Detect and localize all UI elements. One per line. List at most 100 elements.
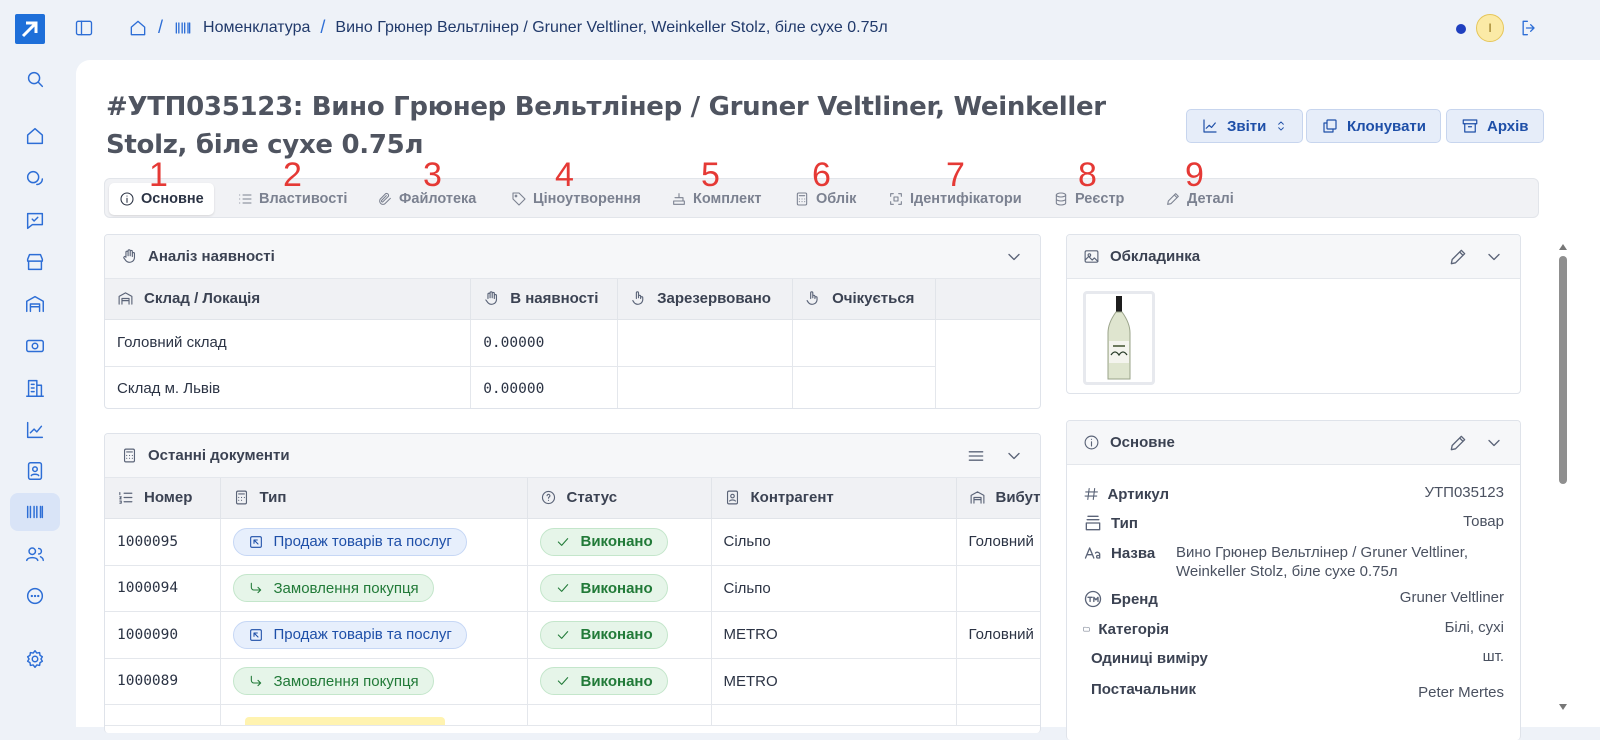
doc-type-pill[interactable]: Продаж товарів та послуг (232, 620, 467, 649)
copy-icon (1323, 119, 1337, 133)
tab-registry[interactable]: 8 Реєстр (1043, 158, 1134, 215)
hand-pointer-icon (632, 291, 644, 306)
details-card-header[interactable]: Основне (1067, 421, 1520, 465)
doc-type-pill[interactable]: Замовлення покупця (232, 667, 434, 695)
edit-icon[interactable] (1448, 247, 1468, 267)
arrow-turn-icon (250, 582, 261, 594)
hand-clock-icon (806, 291, 818, 306)
status-help-icon (541, 491, 555, 505)
contacts-icon[interactable] (10, 452, 60, 490)
search-icon[interactable] (10, 60, 60, 98)
column-header-reserved[interactable]: Зарезервовано (617, 279, 794, 320)
field-sku: Артикул УТП035123 (1083, 484, 1504, 504)
chevron-down-icon (1008, 253, 1020, 261)
money-icon[interactable] (10, 327, 60, 365)
app-logo[interactable] (15, 14, 45, 44)
breadcrumb-separator: / (320, 17, 326, 37)
field-name: Назва Вино Грюнер Вельтлінер / Gruner Ve… (1083, 543, 1504, 581)
table-row[interactable]: 1000094 Замовлення покупця Виконано Сіль… (105, 565, 1040, 612)
folder-icon (1083, 626, 1090, 632)
product-image[interactable] (1083, 291, 1155, 385)
table-row[interactable]: 1000089 Замовлення покупця Виконано METR… (105, 658, 1040, 705)
chevron-down-icon (1488, 253, 1500, 261)
column-header-from[interactable]: Вибут (956, 478, 1040, 519)
column-header-number[interactable]: Номер (105, 478, 221, 519)
details-title: Основне (1110, 434, 1175, 451)
tab-details[interactable]: 9 Деталі (1155, 158, 1244, 215)
arrow-box-icon (249, 628, 262, 641)
tab-identifiers[interactable]: 7 Ідентифікатори (878, 158, 1032, 215)
tab-accounting[interactable]: 6 Облік (784, 158, 866, 215)
column-header-empty (935, 279, 1040, 320)
database-icon (1055, 192, 1067, 206)
more-icon[interactable] (10, 577, 60, 615)
table-row[interactable]: Склад м. Львів 0.00000 (105, 366, 1040, 408)
column-header-in-stock[interactable]: В наявності (470, 279, 619, 320)
sidebar (0, 0, 74, 727)
breadcrumb-item-nomenclature[interactable]: Номенклатура (203, 19, 310, 37)
arrow-box-icon (249, 535, 262, 548)
warehouse-icon (118, 292, 133, 305)
field-value: Вино Грюнер Вельтлінер / Gruner Veltline… (1176, 544, 1469, 580)
field-value: Білі, сухі (1444, 619, 1504, 636)
column-header-status[interactable]: Статус (527, 478, 712, 519)
doc-type-pill[interactable]: Продаж товарів та послуг (232, 527, 467, 556)
field-supplier: Постачальник Peter Mertes (1083, 678, 1504, 701)
clone-button-label: Клонувати (1347, 117, 1426, 135)
barcode-icon[interactable] (10, 493, 60, 531)
reports-button[interactable]: Звіти (1186, 109, 1304, 143)
doc-type-pill[interactable]: Замовлення покупця (232, 574, 434, 602)
tab-main[interactable]: 1 Основне (109, 158, 214, 215)
contact-icon (726, 490, 738, 505)
tab-files[interactable]: 3 Файлотека (367, 158, 486, 215)
documents-title: Останні документи (148, 447, 290, 464)
reports-button-label: Звіти (1227, 117, 1267, 135)
page-title: #УТП035123: Вино Грюнер Вельтлінер / Gru… (106, 92, 1106, 160)
tab-pricing[interactable]: 4 Ціноутворення (501, 158, 651, 215)
store-icon[interactable] (10, 243, 60, 281)
column-header-counterparty[interactable]: Контрагент (711, 478, 957, 519)
home-icon[interactable] (10, 117, 60, 155)
edit-icon[interactable] (1448, 433, 1468, 453)
calculator-icon (796, 192, 808, 206)
availability-card-header[interactable]: Аналіз наявності (105, 235, 1040, 279)
column-header-type[interactable]: Тип (220, 478, 528, 519)
archive-button[interactable]: Архів (1446, 109, 1544, 143)
cell-type: Замовлення покупця (220, 565, 528, 612)
chart-line-icon[interactable] (10, 411, 60, 449)
settings-icon[interactable] (10, 640, 60, 678)
cell-from: Головний (956, 518, 1040, 566)
building-icon[interactable] (10, 369, 60, 407)
clone-button[interactable]: Клонувати (1306, 109, 1441, 143)
cell-counterparty: METRO (711, 658, 957, 705)
logout-icon[interactable] (1519, 18, 1539, 38)
tab-properties[interactable]: 2 Властивості (227, 158, 357, 215)
cell-number: 1000089 (105, 658, 221, 705)
documents-card-header[interactable]: Останні документи (105, 434, 1040, 478)
table-row[interactable] (105, 704, 1040, 726)
cell-number: 1000094 (105, 565, 221, 612)
cell-number (105, 704, 221, 726)
field-unit: Одиниці виміру шт. (1083, 648, 1504, 668)
menu-icon[interactable] (966, 446, 986, 466)
cell-number: 1000090 (105, 611, 221, 659)
table-row[interactable]: 1000095 Продаж товарів та послуг Виконан… (105, 518, 1040, 566)
home-icon[interactable] (128, 18, 148, 38)
users-icon[interactable] (10, 535, 60, 573)
avatar[interactable]: I (1476, 14, 1504, 42)
scrollbar[interactable] (1556, 242, 1570, 712)
message-check-icon[interactable] (10, 202, 60, 240)
cover-card-header[interactable]: Обкладинка (1067, 235, 1520, 279)
chat-icon[interactable] (10, 160, 60, 198)
tab-kit[interactable]: 5 Комплект (661, 158, 771, 215)
cell-counterparty: METRO (711, 611, 957, 659)
sidebar-toggle-icon[interactable] (74, 18, 94, 38)
tab-marker: 9 (1185, 156, 1204, 194)
table-row[interactable]: Головний склад 0.00000 (105, 319, 1040, 367)
warehouse-icon[interactable] (10, 285, 60, 323)
column-header-location[interactable]: Склад / Локація (105, 279, 472, 320)
table-row[interactable]: 1000090 Продаж товарів та послуг Виконан… (105, 611, 1040, 659)
cell-empty (936, 319, 1040, 366)
column-header-expected[interactable]: Очікується (792, 279, 937, 320)
documents-card: Останні документи Номер Тип Статус Контр… (104, 433, 1041, 733)
